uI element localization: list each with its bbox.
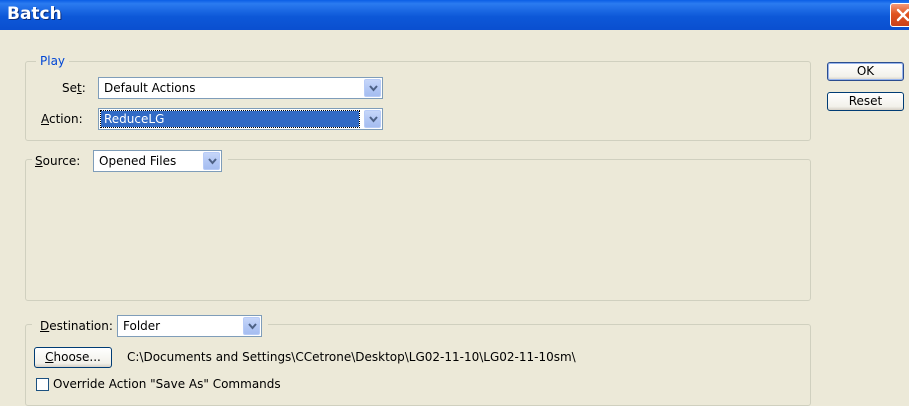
action-select[interactable]: ReduceLG bbox=[98, 108, 383, 130]
source-select-value: Opened Files bbox=[99, 154, 177, 168]
destination-select-value: Folder bbox=[123, 319, 161, 333]
source-label: Source: bbox=[35, 154, 80, 168]
action-label-end: ction: bbox=[49, 112, 83, 126]
action-label: Action: bbox=[41, 112, 83, 126]
destination-path: C:\Documents and Settings\CCetrone\Deskt… bbox=[127, 350, 576, 364]
set-dropdown-arrow[interactable] bbox=[364, 79, 381, 97]
action-dropdown-arrow[interactable] bbox=[364, 110, 381, 128]
destination-label: Destination: bbox=[40, 319, 113, 333]
chevron-down-icon bbox=[248, 323, 257, 330]
choose-label-end: hoose... bbox=[53, 350, 101, 364]
chevron-down-icon bbox=[208, 158, 217, 165]
play-legend: Play bbox=[36, 54, 70, 68]
destination-select[interactable]: Folder bbox=[117, 315, 262, 337]
override-save-as-label: Override Action "Save As" Commands bbox=[53, 377, 281, 391]
action-label-key: A bbox=[41, 112, 49, 126]
chevron-down-icon bbox=[369, 85, 378, 92]
set-label: Set: bbox=[62, 81, 86, 95]
close-icon bbox=[896, 8, 909, 22]
set-select-value: Default Actions bbox=[104, 81, 196, 95]
source-label-key: S bbox=[35, 154, 43, 168]
reset-button[interactable]: Reset bbox=[827, 92, 904, 111]
set-label-start: Se bbox=[62, 81, 77, 95]
destination-label-end: estination: bbox=[49, 319, 113, 333]
destination-label-key: D bbox=[40, 319, 50, 333]
choose-button[interactable]: Choose... bbox=[34, 347, 112, 368]
action-select-value: ReduceLG bbox=[100, 110, 360, 128]
set-label-end: : bbox=[81, 81, 86, 95]
window-title: Batch bbox=[7, 4, 62, 24]
reset-label: Reset bbox=[848, 94, 883, 108]
ok-button[interactable]: OK bbox=[827, 62, 904, 81]
set-select[interactable]: Default Actions bbox=[98, 77, 383, 99]
source-dropdown-arrow[interactable] bbox=[203, 152, 220, 170]
close-button[interactable] bbox=[890, 3, 909, 27]
title-bar: Batch bbox=[0, 0, 909, 30]
chevron-down-icon bbox=[369, 116, 378, 123]
source-group bbox=[25, 159, 811, 301]
destination-dropdown-arrow[interactable] bbox=[243, 317, 260, 335]
source-label-end: ource: bbox=[42, 154, 81, 168]
choose-label-key: C bbox=[45, 350, 54, 364]
source-select[interactable]: Opened Files bbox=[93, 150, 222, 172]
override-save-as-checkbox[interactable] bbox=[36, 378, 49, 391]
ok-label: OK bbox=[856, 64, 875, 78]
